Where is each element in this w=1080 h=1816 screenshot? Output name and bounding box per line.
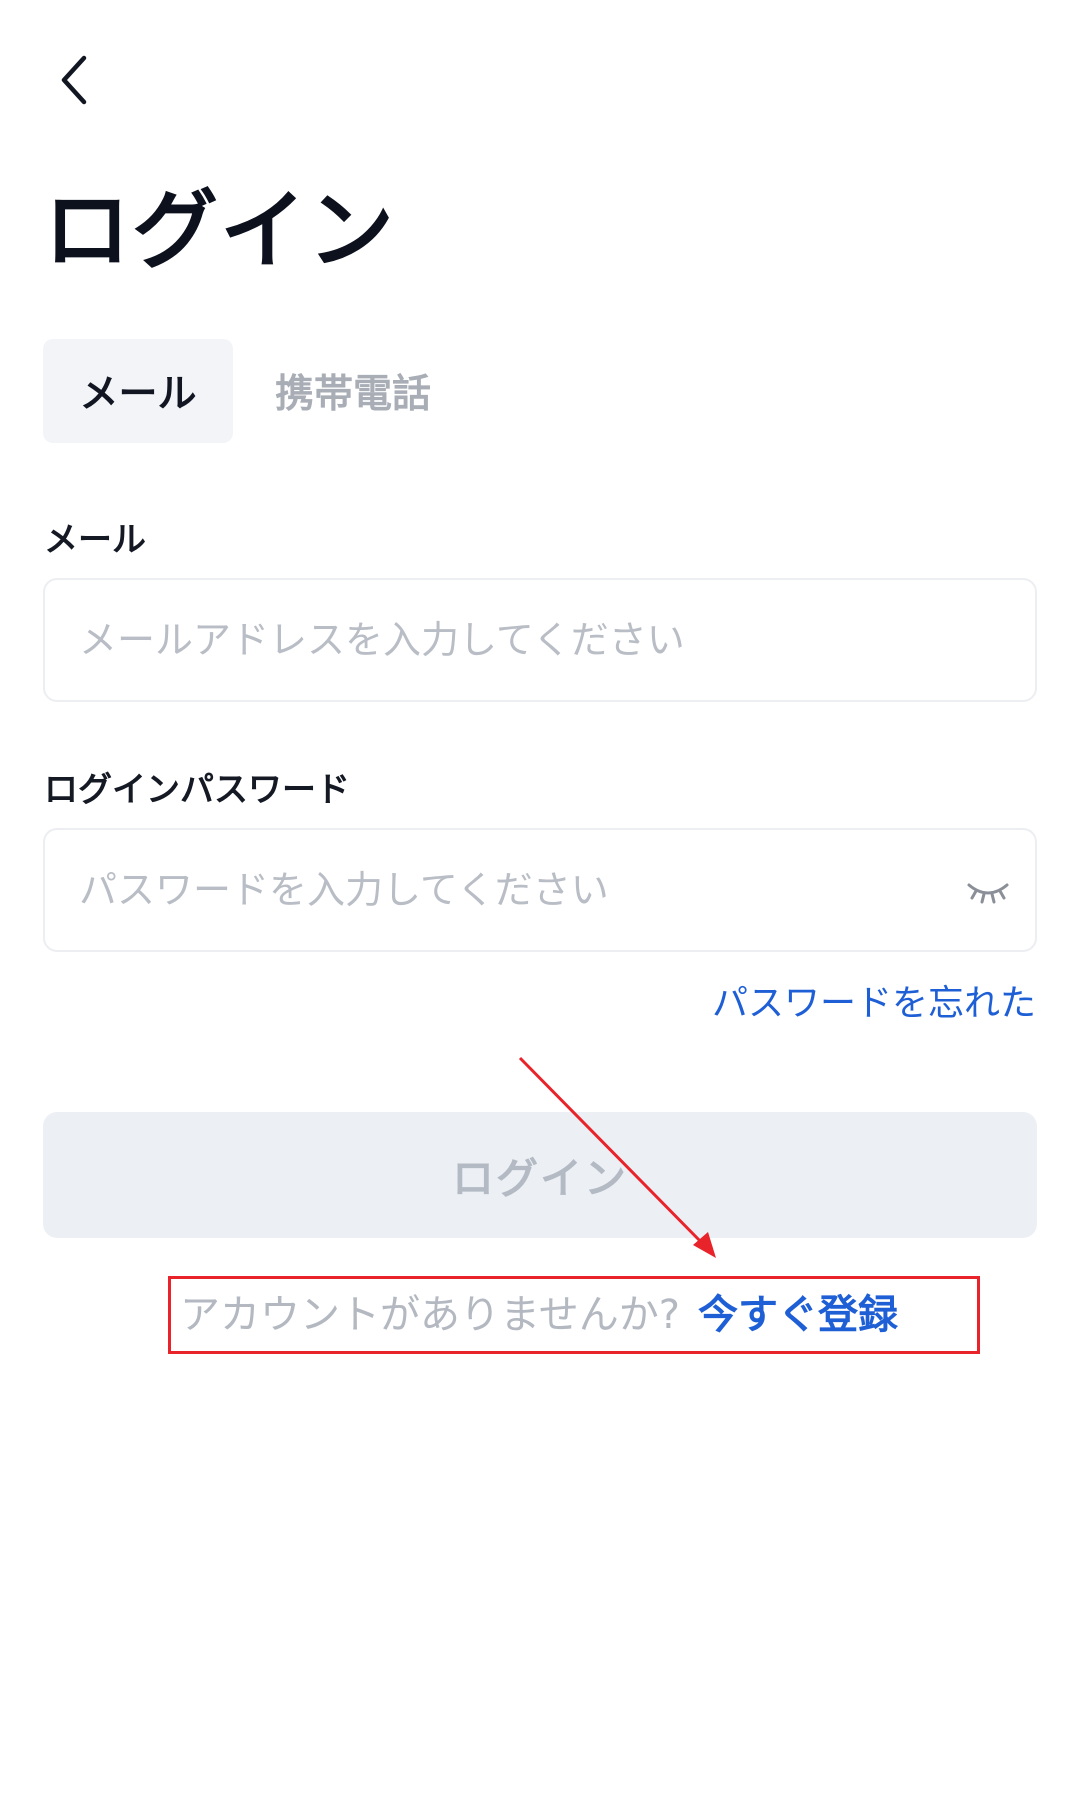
register-prompt: アカウントがありませんか? xyxy=(180,1292,681,1338)
chevron-left-icon xyxy=(61,55,87,105)
password-field-container xyxy=(43,828,1037,952)
email-field-container xyxy=(43,578,1037,702)
tab-phone[interactable]: 携帯電話 xyxy=(233,339,473,443)
password-label: ログインパスワード xyxy=(44,770,350,810)
back-button[interactable] xyxy=(34,40,114,120)
email-label: メール xyxy=(44,520,146,560)
login-method-tabs: メール 携帯電話 xyxy=(43,339,473,443)
password-input[interactable] xyxy=(79,830,959,950)
page-title: ログイン xyxy=(44,181,396,281)
forgot-password-link[interactable]: パスワードを忘れた xyxy=(712,974,1036,1026)
tab-email[interactable]: メール xyxy=(43,339,233,443)
register-row: アカウントがありませんか? 今すぐ登録 xyxy=(180,1282,898,1340)
email-input[interactable] xyxy=(79,580,959,700)
password-visibility-toggle[interactable] xyxy=(963,872,1013,912)
eye-closed-icon xyxy=(967,883,1009,904)
register-link[interactable]: 今すぐ登録 xyxy=(698,1292,898,1338)
login-button[interactable]: ログイン xyxy=(43,1112,1037,1238)
